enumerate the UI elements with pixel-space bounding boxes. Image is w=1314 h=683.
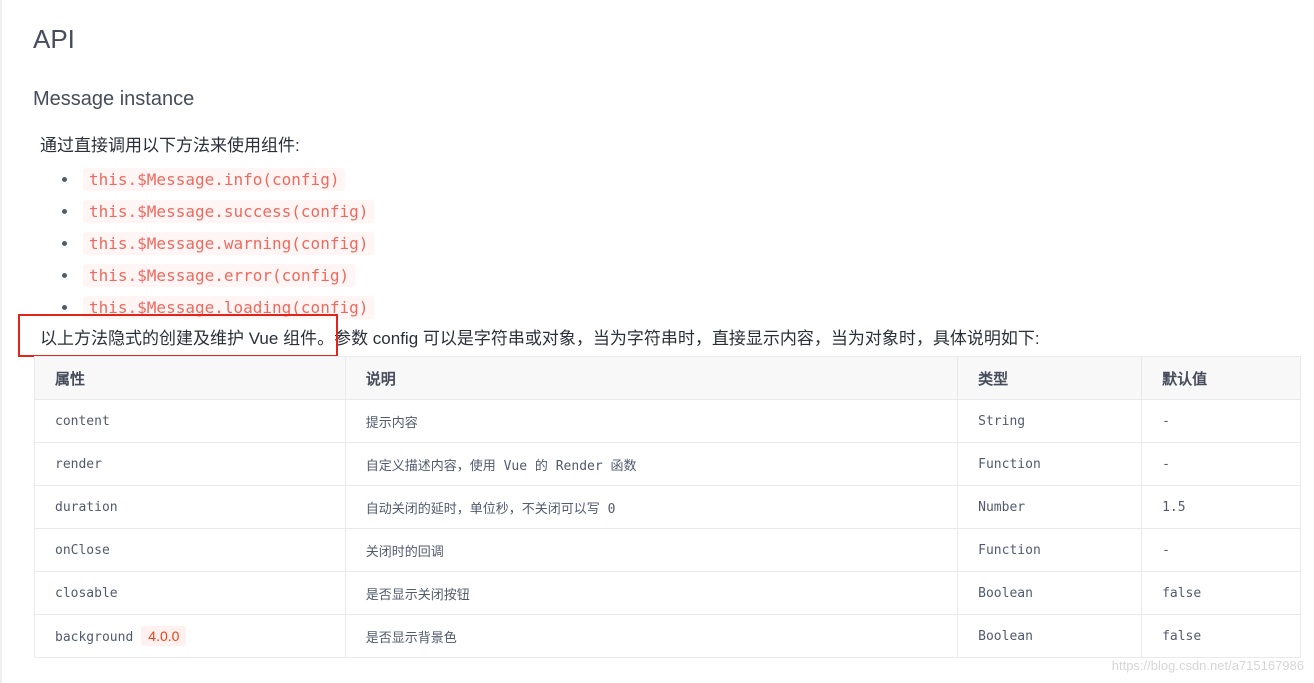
header-default: 默认值	[1141, 356, 1301, 400]
method-code: this.$Message.error(config)	[83, 263, 356, 287]
page-title: API	[33, 24, 75, 54]
bullet-icon	[62, 304, 67, 310]
list-item: this.$Message.loading(config)	[62, 291, 375, 323]
cell-default: false	[1141, 614, 1301, 658]
cell-prop: background 4.0.0	[34, 614, 346, 658]
list-item: this.$Message.success(config)	[62, 195, 375, 227]
cell-default: -	[1141, 399, 1301, 443]
cell-type: Function	[957, 442, 1143, 486]
cell-type: Function	[957, 528, 1143, 572]
header-type: 类型	[957, 356, 1143, 400]
table-row: content 提示内容 String -	[34, 399, 1301, 443]
table-row: render 自定义描述内容，使用 Vue 的 Render 函数 Functi…	[34, 442, 1301, 486]
cell-prop: render	[34, 442, 346, 486]
method-code: this.$Message.loading(config)	[83, 295, 375, 319]
cell-default: -	[1141, 528, 1301, 572]
method-code: this.$Message.success(config)	[83, 199, 375, 223]
description-text: 以上方法隐式的创建及维护 Vue 组件。参数 config 可以是字符串或对象，…	[40, 329, 1040, 348]
cell-type: Boolean	[957, 614, 1143, 658]
table-header-row: 属性 说明 类型 默认值	[34, 356, 1301, 400]
section-title: Message instance	[33, 88, 195, 110]
table-row: background 4.0.0 是否显示背景色 Boolean false	[34, 614, 1301, 658]
cell-desc: 是否显示背景色	[344, 614, 959, 658]
cell-default: 1.5	[1141, 485, 1301, 529]
cell-prop: onClose	[34, 528, 346, 572]
bullet-icon	[62, 272, 67, 278]
list-item: this.$Message.error(config)	[62, 259, 374, 291]
cell-desc: 自动关闭的延时，单位秒，不关闭可以写 0	[344, 485, 959, 529]
bullet-icon	[62, 208, 67, 214]
header-desc: 说明	[344, 356, 959, 400]
cell-type: String	[957, 399, 1143, 443]
prop-name: background	[55, 630, 134, 645]
list-item: this.$Message.info(config)	[62, 163, 374, 195]
table-row: closable 是否显示关闭按钮 Boolean false	[34, 571, 1301, 615]
cell-type: Number	[957, 485, 1143, 529]
method-list: this.$Message.info(config) this.$Message…	[62, 163, 375, 323]
left-border	[0, 0, 2, 683]
bullet-icon	[62, 240, 67, 246]
cell-desc: 自定义描述内容，使用 Vue 的 Render 函数	[344, 442, 959, 486]
table-row: duration 自动关闭的延时，单位秒，不关闭可以写 0 Number 1.5	[34, 485, 1301, 529]
cell-type: Boolean	[957, 571, 1143, 615]
intro-text: 通过直接调用以下方法来使用组件:	[40, 136, 300, 155]
cell-prop: content	[34, 399, 346, 443]
list-item: this.$Message.warning(config)	[62, 227, 375, 259]
cell-prop: closable	[34, 571, 346, 615]
cell-default: false	[1141, 571, 1301, 615]
method-code: this.$Message.info(config)	[83, 167, 346, 191]
table-row: onClose 关闭时的回调 Function -	[34, 528, 1301, 572]
cell-desc: 关闭时的回调	[344, 528, 959, 572]
method-code: this.$Message.warning(config)	[83, 231, 375, 255]
watermark-text: https://blog.csdn.net/a715167986	[1111, 658, 1304, 673]
cell-default: -	[1141, 442, 1301, 486]
cell-desc: 提示内容	[344, 399, 959, 443]
cell-prop: duration	[34, 485, 346, 529]
header-prop: 属性	[34, 356, 346, 400]
cell-desc: 是否显示关闭按钮	[344, 571, 959, 615]
version-badge: 4.0.0	[141, 626, 187, 646]
api-table: 属性 说明 类型 默认值 content 提示内容 String - rende…	[34, 356, 1301, 658]
bullet-icon	[62, 176, 67, 182]
